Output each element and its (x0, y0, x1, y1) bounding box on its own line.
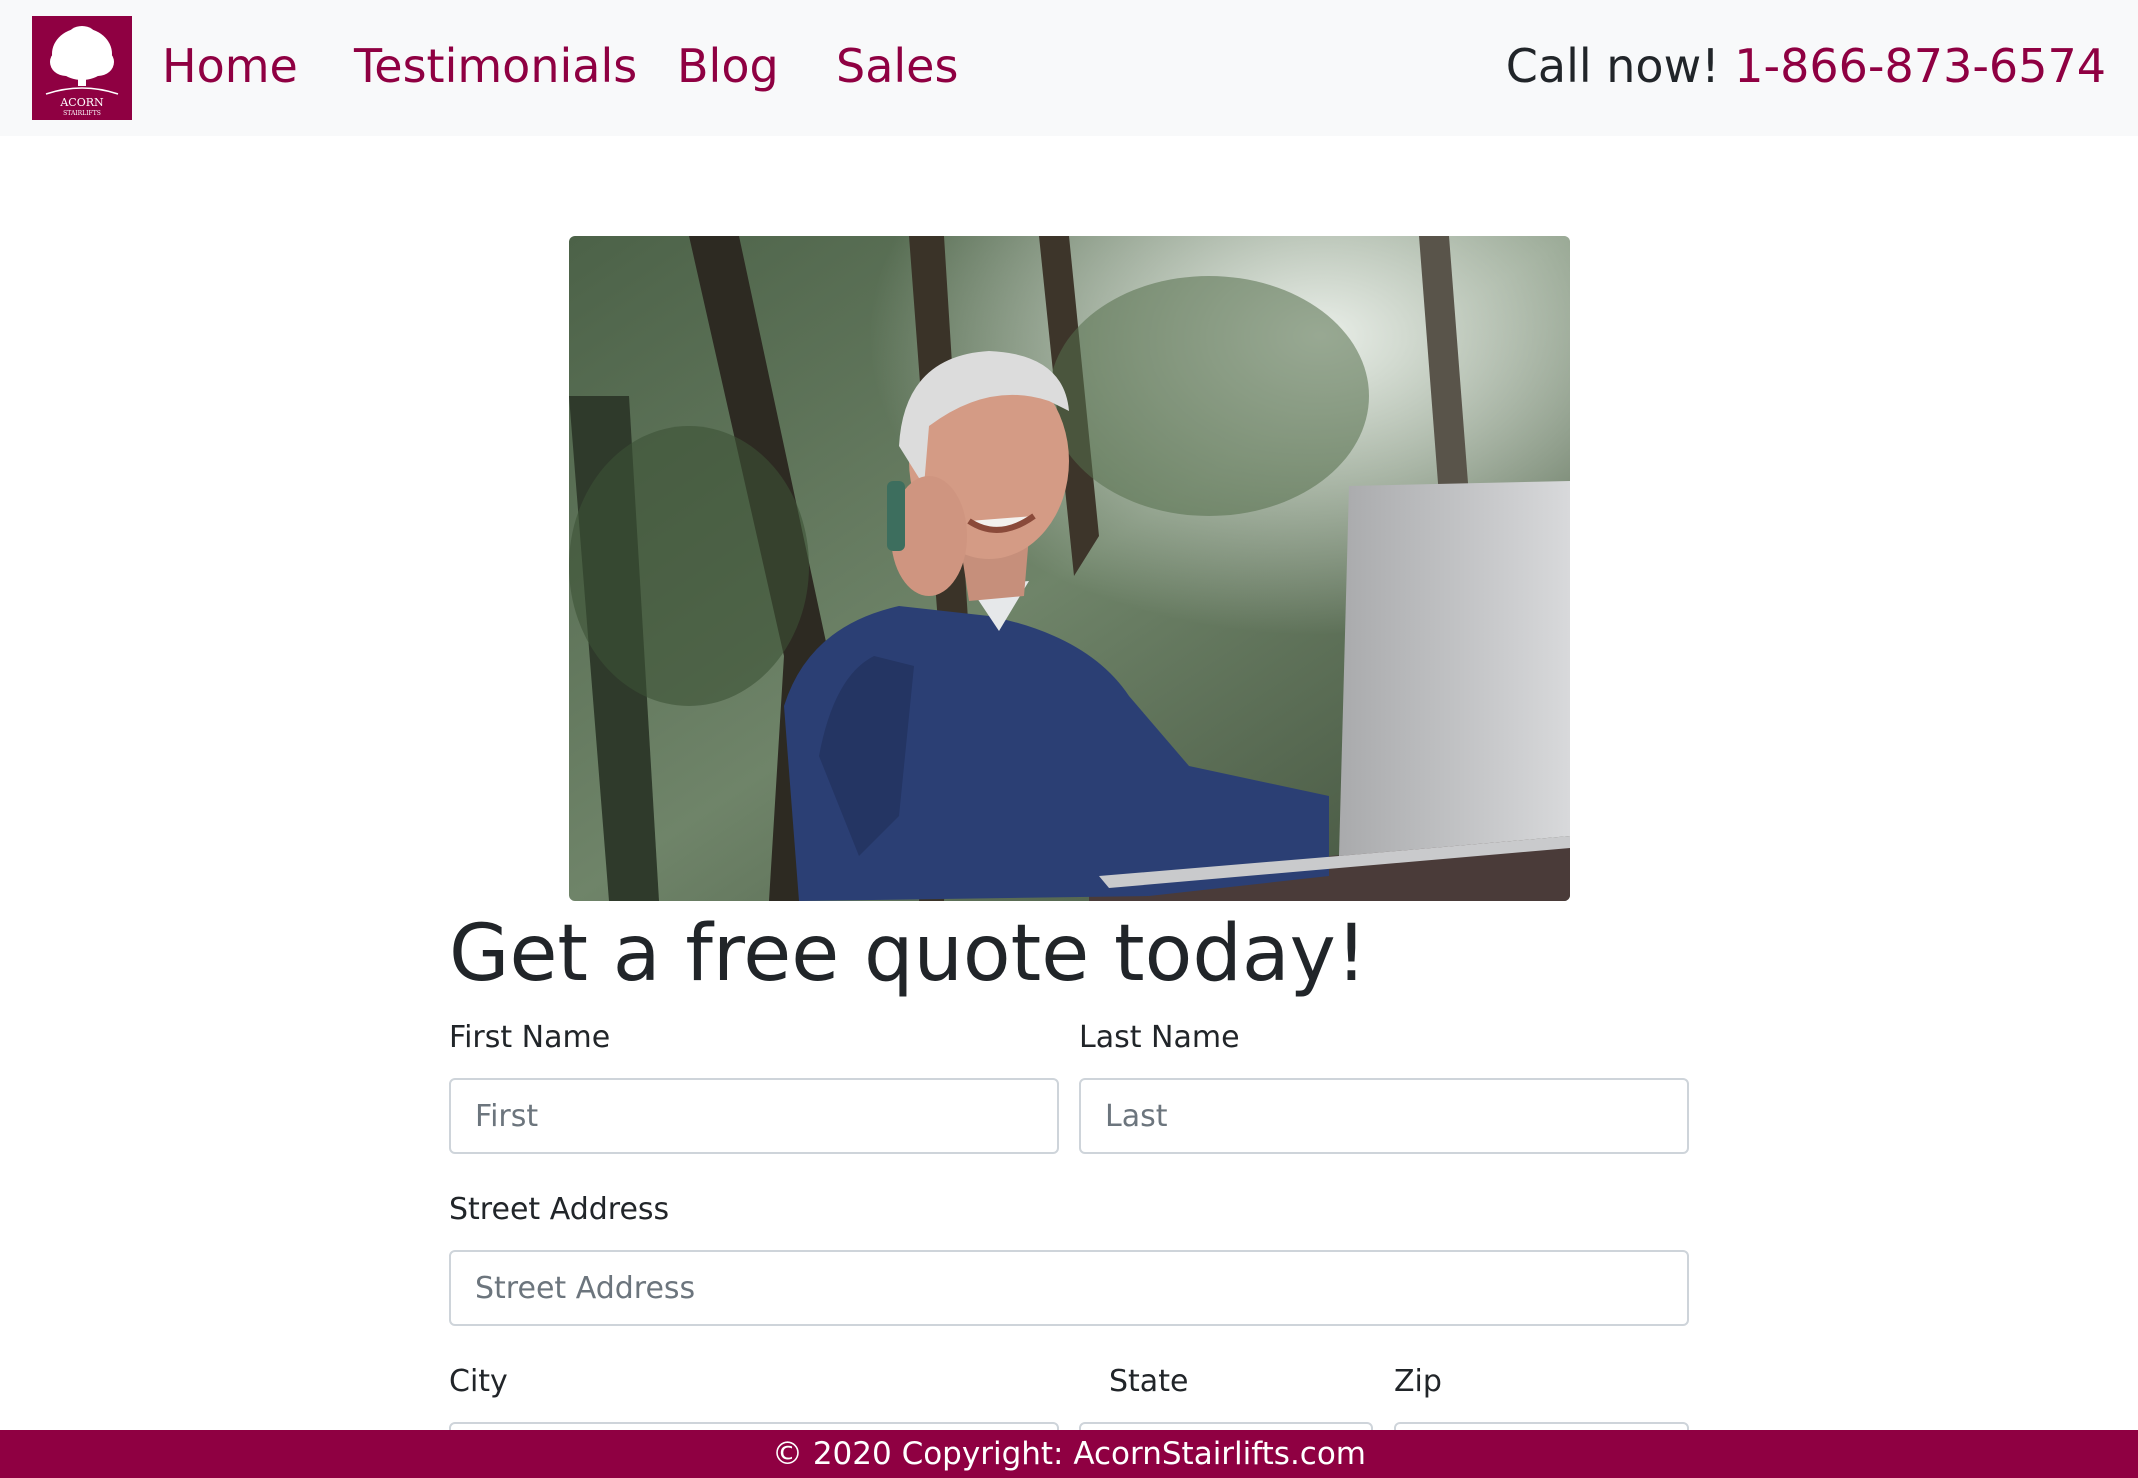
phone-link[interactable]: 1-866-873-6574 (1734, 39, 2106, 93)
nav-sales-link[interactable]: Sales (836, 38, 958, 94)
call-now-label: Call now! (1505, 39, 1720, 93)
call-now: Call now! 1-866-873-6574 (1506, 38, 2106, 94)
first-name-input[interactable] (449, 1078, 1059, 1154)
first-name-label: First Name (449, 1020, 611, 1055)
nav-testimonials-link[interactable]: Testimonials (354, 38, 637, 94)
footer: © 2020 Copyright: AcornStairlifts.com (0, 1430, 2138, 1478)
svg-text:STAIRLIFTS: STAIRLIFTS (63, 110, 101, 117)
street-address-input[interactable] (449, 1250, 1689, 1326)
nav-blog-link[interactable]: Blog (677, 38, 779, 94)
copyright-text: © 2020 Copyright: AcornStairlifts.com (771, 1436, 1367, 1472)
quote-form-title: Get a free quote today! (449, 909, 1368, 999)
street-address-label: Street Address (449, 1192, 670, 1227)
last-name-input[interactable] (1079, 1078, 1689, 1154)
nav-home-link[interactable]: Home (162, 38, 298, 94)
navbar: ACORN STAIRLIFTS Home Testimonials Blog … (0, 0, 2138, 136)
city-label: City (449, 1364, 508, 1399)
acorn-logo[interactable]: ACORN STAIRLIFTS (32, 16, 132, 120)
state-label: State (1109, 1364, 1189, 1399)
svg-text:ACORN: ACORN (59, 96, 104, 109)
hero-image (569, 236, 1570, 901)
zip-label: Zip (1394, 1364, 1442, 1399)
last-name-label: Last Name (1079, 1020, 1240, 1055)
man-on-phone-photo (569, 236, 1570, 901)
acorn-tree-icon: ACORN STAIRLIFTS (32, 16, 132, 120)
